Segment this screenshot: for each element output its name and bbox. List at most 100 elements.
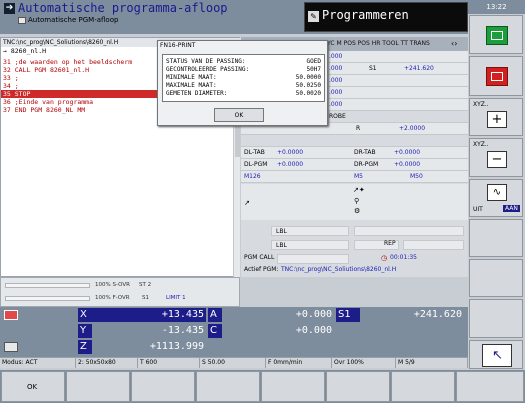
modus-bar: Modus: ACT 2: 50x50x80 T 600 S 50.00 F 0… <box>0 357 468 368</box>
programming-mode-tab[interactable]: ✎ Programmeren <box>304 2 468 32</box>
fn16-print-dialog: FN16-PRINT STATUS VAN DE PASSING: GOED GE… <box>157 40 328 126</box>
status-tab-list[interactable]: CYC M POS POS HR TOOL TT TRANS <box>323 40 430 47</box>
programming-title: Programmeren <box>322 8 409 22</box>
row-value: 50.0000 <box>295 74 321 81</box>
aan-label: AAN <box>503 205 520 212</box>
status-row: M126 M5 M50 <box>241 171 468 183</box>
dl-tab-value: +0.0000 <box>277 149 304 156</box>
row-value: 50.0250 <box>295 82 321 89</box>
status-s1-value: +241.620 <box>404 65 434 72</box>
pgm-call-label: PGM CALL <box>244 254 275 261</box>
mode-title: Automatische programma-afloop <box>18 1 228 15</box>
status-row: DL-PGM +0.0000 DR-PGM +0.0000 <box>241 159 468 171</box>
row-label: MAXIMALE MAAT: <box>166 82 217 89</box>
coolant-icon: ↗ <box>244 199 250 207</box>
cursor-arrow-icon: ↖ <box>482 344 512 367</box>
mode-subtitle: Automatische PGM-afloop <box>18 16 118 24</box>
uit-label: UIT <box>473 206 483 213</box>
st-label: ST 2 <box>139 282 152 288</box>
spindle-warning-icon <box>4 310 18 320</box>
x-axis-value: +13.435 <box>161 309 204 320</box>
s-ovr-label: 100% S-OVR <box>95 282 130 288</box>
dr-pgm-value: +0.0000 <box>394 161 421 168</box>
clamp-icon: ⚙ <box>354 207 361 215</box>
softkey-4[interactable] <box>196 371 260 402</box>
dr-tab-value: +0.0000 <box>394 149 421 156</box>
row-label: GECONTROLEERDE PASSING: <box>166 66 250 73</box>
a-axis-label: A <box>210 309 217 320</box>
xyz-label: XYZ.. <box>473 101 489 108</box>
clock-icon: ◷ <box>381 254 388 262</box>
softkey-6[interactable] <box>326 371 390 402</box>
plus-icon: + <box>487 111 507 128</box>
y-axis-value: -13.435 <box>161 325 204 336</box>
lbl-label: LBL <box>276 242 287 249</box>
dl-pgm-label: DL-PGM <box>244 161 268 168</box>
dialog-row: GECONTROLEERDE PASSING: 50H7 <box>166 66 321 74</box>
c-axis-value: +0.000 <box>295 325 332 336</box>
rep-label: REP <box>384 240 396 247</box>
tool-info: 2: 50x50x80 <box>76 358 138 368</box>
m126-label: M126 <box>244 173 261 180</box>
minus-icon: − <box>487 151 507 168</box>
softkey-2[interactable] <box>66 371 130 402</box>
softkey-8[interactable] <box>456 371 524 402</box>
dialog-row: GEMETEN DIAMETER: 50.0020 <box>166 90 321 98</box>
arrow-right-icon: ➔ <box>4 3 15 14</box>
dialog-ok-button[interactable]: OK <box>214 108 264 122</box>
s1-label: S1 <box>142 295 149 301</box>
f-ovr-label: 100% F-OVR <box>95 295 130 301</box>
dialog-row: MAXIMALE MAAT: 50.0250 <box>166 82 321 90</box>
softkey-5[interactable] <box>261 371 325 402</box>
tool-icon: ⚲ <box>354 197 360 205</box>
s-ovr-bar <box>5 283 90 288</box>
spindle-speed-info: S 50.00 <box>200 358 266 368</box>
row-value: 50H7 <box>306 66 321 73</box>
s1-axis-value: +241.620 <box>413 309 462 320</box>
softkey-uit-aan[interactable]: ∿ UIT AAN <box>469 179 523 217</box>
mode-title-area: ➔ Automatische programma-afloop Automati… <box>2 0 302 34</box>
lbl-label: LBL <box>276 228 287 235</box>
tab-scroll-icon[interactable]: ‹› <box>451 39 457 48</box>
softkey-empty-3[interactable] <box>469 299 523 338</box>
function-icons-area: ↗✦ ↗ ⚲ ⚙ <box>241 184 468 220</box>
ok-softkey-label: OK <box>27 383 38 391</box>
row-value: GOED <box>306 58 321 65</box>
m-function-info: M 5/9 <box>396 358 468 368</box>
softkey-empty-2[interactable] <box>469 259 523 297</box>
pgm-call-cell <box>277 254 349 264</box>
softkey-3[interactable] <box>131 371 195 402</box>
s1-axis-label: S1 <box>338 309 351 320</box>
ok-softkey[interactable]: OK <box>1 371 65 402</box>
softkey-cursor[interactable]: ↖ <box>469 340 523 369</box>
tool-t-info: T 600 <box>138 358 200 368</box>
dl-pgm-value: +0.0000 <box>277 161 304 168</box>
wave-icon: ∿ <box>487 184 507 201</box>
status-row: DL-TAB +0.0000 DR-TAB +0.0000 <box>241 147 468 159</box>
xyz-label: XYZ.. <box>473 141 489 148</box>
a-axis-value: +0.000 <box>295 309 332 320</box>
softkey-xyz-minus[interactable]: XYZ.. − <box>469 138 523 177</box>
limit-label: LIMIT 1 <box>166 295 186 301</box>
position-display: X +13.435 Y -13.435 Z +1113.999 A +0.000… <box>0 307 468 357</box>
edit-icon: ✎ <box>308 11 319 22</box>
softkey-7[interactable] <box>391 371 455 402</box>
status-row <box>241 135 468 147</box>
override-info: Ovr 100% <box>332 358 396 368</box>
softkey-empty-1[interactable] <box>469 219 523 257</box>
y-axis-label: Y <box>80 325 87 336</box>
softkey-green[interactable] <box>469 15 523 54</box>
feed-icon <box>4 342 18 352</box>
red-key-icon <box>486 67 508 86</box>
z-axis-label: Z <box>80 341 87 352</box>
dr-pgm-label: DR-PGM <box>354 161 379 168</box>
clock: 13:22 <box>468 0 525 14</box>
status-robe: ROBE <box>329 113 346 120</box>
softkey-xyz-plus[interactable]: XYZ.. + <box>469 98 523 136</box>
softkey-red[interactable] <box>469 56 523 96</box>
active-pgm-label: Actief PGM: <box>244 266 279 273</box>
row-label: GEMETEN DIAMETER: <box>166 90 228 97</box>
x-axis-label: X <box>80 309 87 320</box>
status-r-value: +2.0000 <box>399 125 426 132</box>
f-ovr-bar <box>5 296 90 301</box>
